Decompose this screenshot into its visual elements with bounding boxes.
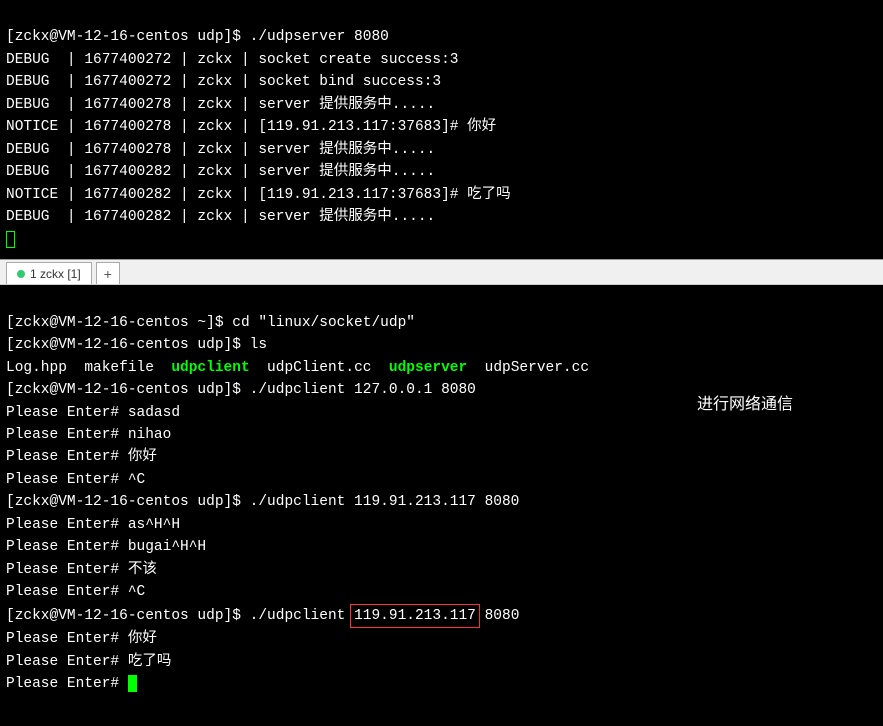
- output-line: [zckx@VM-12-16-centos ~]$ cd "linux/sock…: [6, 315, 415, 331]
- executable-file: udpserver: [389, 360, 467, 376]
- output-line: Please Enter# as^H^H: [6, 517, 180, 533]
- output-line: Please Enter# ^C: [6, 472, 145, 488]
- output-line: Please Enter# 你好: [6, 631, 157, 647]
- executable-file: udpclient: [171, 360, 249, 376]
- plus-icon: +: [104, 266, 112, 282]
- output-line: DEBUG | 1677400272 | zckx | socket bind …: [6, 74, 441, 90]
- new-tab-button[interactable]: +: [96, 262, 120, 284]
- output-line: NOTICE | 1677400278 | zckx | [119.91.213…: [6, 119, 496, 135]
- annotation-label: 进行网络通信: [697, 393, 793, 418]
- output-line: [zckx@VM-12-16-centos udp]$ ./udpclient …: [6, 382, 476, 398]
- output-line: [zckx@VM-12-16-centos udp]$ ./udpclient …: [6, 494, 519, 510]
- terminal-server-pane[interactable]: [zckx@VM-12-16-centos udp]$ ./udpserver …: [0, 0, 883, 259]
- output-line: [zckx@VM-12-16-centos udp]$ ./udpclient …: [6, 608, 519, 624]
- output-line: DEBUG | 1677400278 | zckx | server 提供服务中…: [6, 97, 435, 113]
- output-line: Please Enter# 吃了吗: [6, 654, 171, 670]
- output-line: DEBUG | 1677400282 | zckx | server 提供服务中…: [6, 209, 435, 225]
- tab-session-1[interactable]: 1 zckx [1]: [6, 262, 92, 284]
- tab-label: 1 zckx [1]: [30, 267, 81, 281]
- output-line: [zckx@VM-12-16-centos udp]$ ls: [6, 337, 267, 353]
- output-line: Please Enter# nihao: [6, 427, 171, 443]
- tab-bar: 1 zckx [1] +: [0, 259, 883, 285]
- output-line: DEBUG | 1677400282 | zckx | server 提供服务中…: [6, 164, 435, 180]
- cursor-icon: [6, 231, 15, 248]
- output-line: DEBUG | 1677400278 | zckx | server 提供服务中…: [6, 142, 435, 158]
- output-line: DEBUG | 1677400272 | zckx | socket creat…: [6, 52, 458, 68]
- cursor-icon: [128, 675, 137, 692]
- status-dot-icon: [17, 270, 25, 278]
- output-line: NOTICE | 1677400282 | zckx | [119.91.213…: [6, 187, 511, 203]
- highlighted-ip: 119.91.213.117: [350, 604, 480, 628]
- output-line: Please Enter# bugai^H^H: [6, 539, 206, 555]
- output-line: Please Enter# 不该: [6, 562, 157, 578]
- output-line: Please Enter# ^C: [6, 584, 145, 600]
- output-line: Please Enter# sadasd: [6, 405, 180, 421]
- terminal-client-pane[interactable]: [zckx@VM-12-16-centos ~]$ cd "linux/sock…: [0, 285, 883, 726]
- output-line: [zckx@VM-12-16-centos udp]$ ./udpserver …: [6, 29, 389, 45]
- output-line: Please Enter# 你好: [6, 449, 157, 465]
- output-line: Log.hpp makefile udpclient udpClient.cc …: [6, 360, 589, 376]
